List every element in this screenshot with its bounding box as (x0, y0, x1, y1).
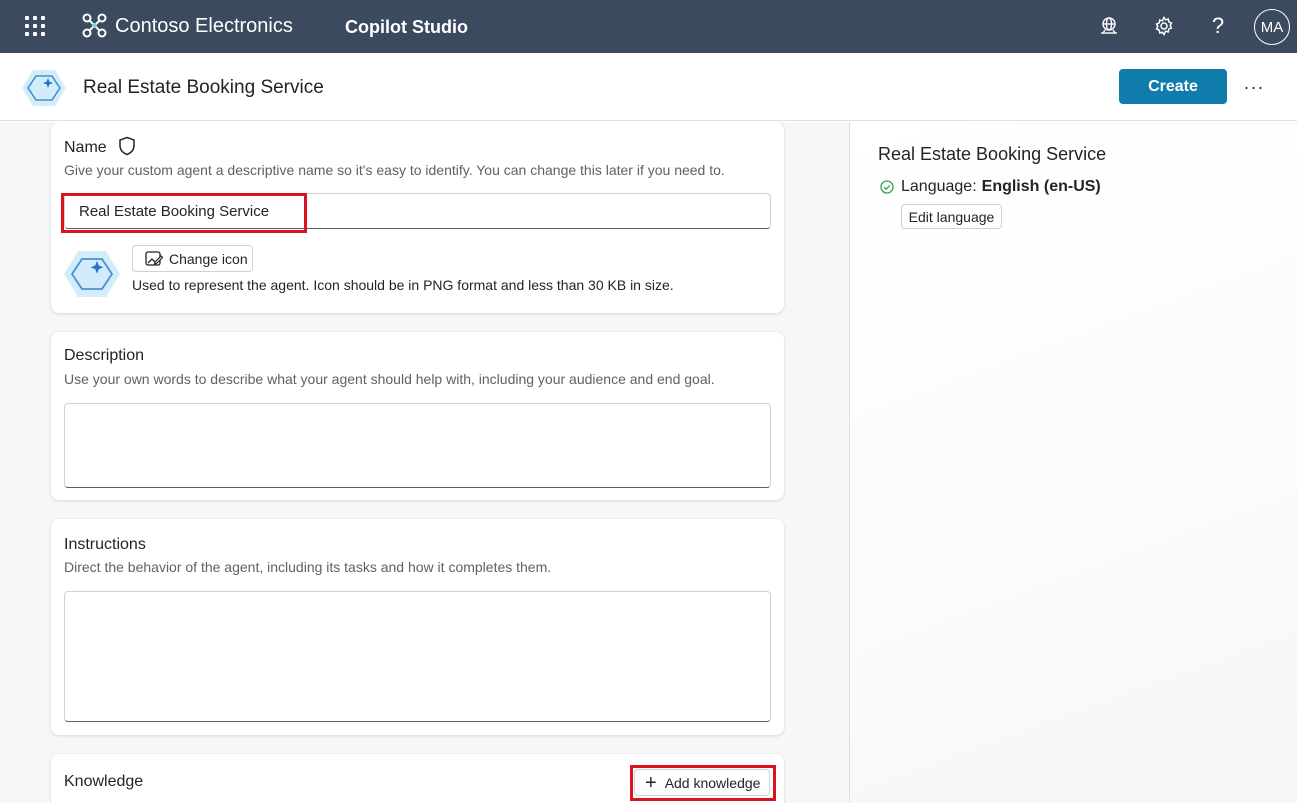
language-label: Language: (901, 178, 977, 195)
description-hint: Use your own words to describe what your… (64, 371, 715, 387)
edit-language-button[interactable]: Edit language (901, 204, 1002, 229)
language-row: Language: English (en-US) (880, 178, 1101, 196)
shield-icon[interactable] (118, 136, 136, 156)
create-button[interactable]: Create (1119, 69, 1227, 104)
instructions-card: Instructions Direct the behavior of the … (51, 519, 784, 735)
icon-help-text: Used to represent the agent. Icon should… (132, 277, 674, 293)
change-icon-button[interactable]: Change icon (132, 245, 253, 272)
knowledge-card: Knowledge + Add knowledge (51, 754, 784, 803)
name-highlight-box (61, 193, 307, 233)
image-edit-icon (145, 250, 163, 266)
gear-icon[interactable] (1152, 14, 1176, 38)
instructions-hint: Direct the behavior of the agent, includ… (64, 559, 552, 575)
check-circle-icon (880, 180, 894, 194)
page-title: Real Estate Booking Service (83, 77, 324, 98)
name-title: Name (64, 139, 107, 156)
add-knowledge-highlight-box (630, 765, 776, 801)
waffle-icon[interactable] (25, 16, 45, 36)
environment-globe-icon[interactable] (1097, 14, 1121, 38)
agent-header: Real Estate Booking Service Create ··· (0, 53, 1297, 121)
description-title: Description (64, 347, 145, 364)
avatar[interactable]: MA (1254, 9, 1290, 45)
language-value: English (en-US) (981, 178, 1101, 195)
instructions-title: Instructions (64, 536, 146, 553)
name-description: Give your custom agent a descriptive nam… (64, 162, 725, 178)
summary-panel: Real Estate Booking Service Language: En… (849, 122, 1297, 803)
agent-hexagon-icon (64, 251, 120, 297)
summary-agent-name: Real Estate Booking Service (878, 144, 1107, 164)
agent-hexagon-icon (22, 70, 66, 106)
help-icon[interactable]: ? (1206, 13, 1230, 38)
more-options-icon[interactable]: ··· (1240, 75, 1268, 99)
top-bar: Contoso Electronics Copilot Studio ? MA (0, 0, 1297, 53)
contoso-logo-icon (82, 13, 107, 38)
description-textarea[interactable] (64, 403, 771, 488)
name-card: Name Give your custom agent a descriptiv… (51, 122, 784, 313)
knowledge-title: Knowledge (64, 773, 144, 790)
change-icon-label: Change icon (169, 250, 248, 267)
product-name[interactable]: Copilot Studio (345, 16, 468, 38)
description-card: Description Use your own words to descri… (51, 332, 784, 500)
instructions-textarea[interactable] (64, 591, 771, 722)
org-name[interactable]: Contoso Electronics (115, 14, 293, 38)
agent-form: Name Give your custom agent a descriptiv… (0, 122, 849, 803)
